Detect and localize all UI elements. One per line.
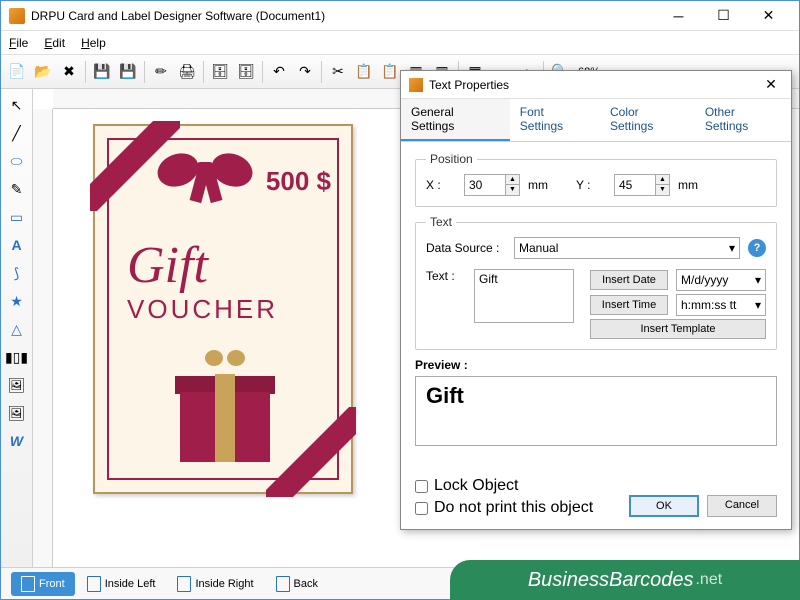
text-properties-dialog: Text Properties ✕ General Settings Font … <box>400 70 792 530</box>
price-text[interactable]: 500 $ <box>266 166 331 197</box>
dialog-tabs: General Settings Font Settings Color Set… <box>401 99 791 142</box>
bow-decoration <box>155 146 255 196</box>
print-icon[interactable]: 🖨 <box>175 60 199 84</box>
ruler-vertical <box>33 109 53 567</box>
ribbon-decoration <box>266 407 356 497</box>
x-label: X : <box>426 178 456 192</box>
pencil-tool-icon[interactable]: ✎ <box>5 177 29 201</box>
spin-up-icon[interactable]: ▲ <box>505 175 519 185</box>
library-tool-icon[interactable]: 🖼 <box>5 401 29 425</box>
data-source-select[interactable]: Manual▾ <box>514 237 740 259</box>
text-label: Text : <box>426 269 466 283</box>
tab-general-settings[interactable]: General Settings <box>401 99 510 141</box>
data-source-label: Data Source : <box>426 241 506 255</box>
menu-edit[interactable]: Edit <box>44 36 65 50</box>
text-tool-icon[interactable]: A <box>5 233 29 257</box>
insert-time-button[interactable]: Insert Time <box>590 295 668 315</box>
menu-file[interactable]: File <box>9 36 28 50</box>
lock-object-checkbox[interactable]: Lock Object <box>415 477 593 495</box>
date-format-select[interactable]: M/d/yyyy▾ <box>676 269 766 291</box>
window-title: DRPU Card and Label Designer Software (D… <box>31 9 656 23</box>
cancel-button[interactable]: Cancel <box>707 495 777 517</box>
preview-label: Preview : <box>415 358 777 372</box>
tab-inside-right[interactable]: Inside Right <box>167 572 263 596</box>
chevron-down-icon: ▾ <box>755 273 761 287</box>
ok-button[interactable]: OK <box>629 495 699 517</box>
wordart-tool-icon[interactable]: W <box>5 429 29 453</box>
new-icon[interactable]: 📄 <box>5 60 29 84</box>
tab-color-settings[interactable]: Color Settings <box>600 99 695 141</box>
do-not-print-checkbox[interactable]: Do not print this object <box>415 499 593 517</box>
dialog-titlebar: Text Properties ✕ <box>401 71 791 99</box>
spin-down-icon[interactable]: ▼ <box>505 185 519 195</box>
y-spinner[interactable]: ▲▼ <box>614 174 670 196</box>
position-group: Position X : ▲▼ mm Y : ▲▼ mm <box>415 152 777 207</box>
dialog-icon <box>409 78 423 92</box>
triangle-tool-icon[interactable]: △ <box>5 317 29 341</box>
undo-icon[interactable]: ↶ <box>267 60 291 84</box>
save-icon[interactable]: 💾 <box>90 60 114 84</box>
tab-font-settings[interactable]: Font Settings <box>510 99 600 141</box>
db2-icon[interactable]: 🗄 <box>234 60 258 84</box>
text-group: Text Data Source : Manual▾ ? Text : Gift… <box>415 215 777 350</box>
minimize-button[interactable]: ─ <box>656 2 701 30</box>
line-tool-icon[interactable]: ╱ <box>5 121 29 145</box>
rectangle-tool-icon[interactable]: ▭ <box>5 205 29 229</box>
arc-tool-icon[interactable]: ⟆ <box>5 261 29 285</box>
preview-box: Gift <box>415 376 777 446</box>
watermark: BusinessBarcodes.net <box>450 560 800 600</box>
open-icon[interactable]: 📂 <box>31 60 55 84</box>
tool-palette: ↖ ╱ ⬭ ✎ ▭ A ⟆ ★ △ ▮▯▮ 🖼 🖼 W <box>1 89 33 567</box>
x-input[interactable] <box>465 178 505 192</box>
tab-other-settings[interactable]: Other Settings <box>695 99 791 141</box>
gift-voucher-card[interactable]: 500 $ Gift VOUCHER <box>93 124 353 494</box>
maximize-button[interactable]: ☐ <box>701 2 746 30</box>
copy-icon[interactable]: 📋 <box>352 60 376 84</box>
voucher-heading[interactable]: VOUCHER <box>127 294 278 325</box>
star-tool-icon[interactable]: ★ <box>5 289 29 313</box>
giftbox-image[interactable] <box>175 362 275 462</box>
spin-down-icon[interactable]: ▼ <box>655 185 669 195</box>
insert-date-button[interactable]: Insert Date <box>590 270 668 290</box>
ellipse-tool-icon[interactable]: ⬭ <box>5 149 29 173</box>
y-label: Y : <box>576 178 606 192</box>
save-as-icon[interactable]: 💾 <box>116 60 140 84</box>
gift-heading[interactable]: Gift <box>127 236 208 295</box>
chevron-down-icon: ▾ <box>755 298 761 312</box>
time-format-select[interactable]: h:mm:ss tt▾ <box>676 294 766 316</box>
db-icon[interactable]: 🗄 <box>208 60 232 84</box>
close-button[interactable]: ✕ <box>746 2 791 30</box>
pointer-tool-icon[interactable]: ↖ <box>5 93 29 117</box>
dialog-close-button[interactable]: ✕ <box>759 76 783 93</box>
x-spinner[interactable]: ▲▼ <box>464 174 520 196</box>
chevron-down-icon: ▾ <box>729 241 735 255</box>
spin-up-icon[interactable]: ▲ <box>655 175 669 185</box>
menu-help[interactable]: Help <box>81 36 106 50</box>
edit-icon[interactable]: ✏ <box>149 60 173 84</box>
text-input[interactable]: Gift <box>474 269 574 323</box>
redo-icon[interactable]: ↷ <box>293 60 317 84</box>
titlebar: DRPU Card and Label Designer Software (D… <box>1 1 799 31</box>
app-icon <box>9 8 25 24</box>
insert-template-button[interactable]: Insert Template <box>590 319 766 339</box>
tab-back[interactable]: Back <box>266 572 328 596</box>
tab-front[interactable]: Front <box>11 572 75 596</box>
dialog-title: Text Properties <box>429 78 509 92</box>
close-doc-icon[interactable]: ✖ <box>57 60 81 84</box>
image-tool-icon[interactable]: 🖼 <box>5 373 29 397</box>
y-input[interactable] <box>615 178 655 192</box>
barcode-tool-icon[interactable]: ▮▯▮ <box>5 345 29 369</box>
cut-icon[interactable]: ✂ <box>326 60 350 84</box>
menubar: File Edit Help <box>1 31 799 55</box>
paste-icon[interactable]: 📋 <box>378 60 402 84</box>
tab-inside-left[interactable]: Inside Left <box>77 572 166 596</box>
help-icon[interactable]: ? <box>748 239 766 257</box>
